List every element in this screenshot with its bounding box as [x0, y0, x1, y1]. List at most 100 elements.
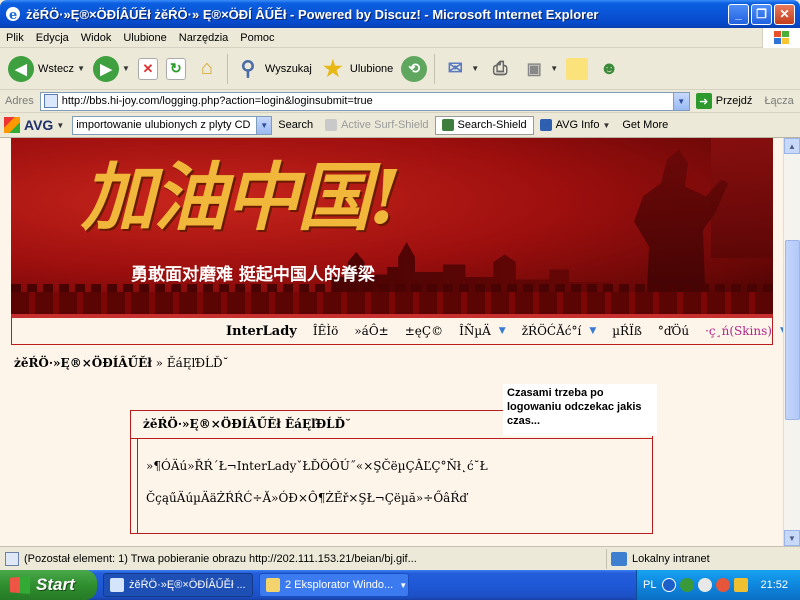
- great-wall-crenellation: [11, 284, 773, 292]
- messenger-button[interactable]: ☻: [592, 51, 626, 87]
- address-bar: Adres http://bbs.hi-joy.com/logging.php?…: [0, 90, 800, 113]
- message-box-body: »¶ÓÄú»ŘŔ´Ł¬InterLadyˇŁĎÖÔÚ˝«×ŞČëµÇÂĽÇ°Ňł…: [137, 439, 653, 534]
- forward-arrow-icon: ▶: [92, 55, 119, 82]
- tray-security-icon[interactable]: [734, 578, 749, 592]
- tray-network-icon[interactable]: [716, 578, 731, 592]
- avg-search-input[interactable]: importowanie ulubionych z plyty CD ▼: [72, 115, 273, 135]
- language-indicator[interactable]: PL: [643, 579, 656, 591]
- toolbar-separator: [226, 53, 228, 84]
- mail-dropdown-icon[interactable]: ▼: [471, 64, 479, 73]
- edit-icon: ▣: [526, 60, 542, 78]
- message-line-redirect-link[interactable]: ČçąűÄúµÄäŻŔŔĆ÷Ă»ÓĐ×Ô¶ŻĚř×ŞŁ¬Çëµă»÷ŐâŔď: [138, 473, 652, 505]
- breadcrumb-current: » ĚáĘľĐĹĎ˘: [151, 356, 229, 370]
- avg-search-value: importowanie ulubionych z plyty CD: [76, 118, 251, 131]
- scroll-thumb[interactable]: [785, 240, 800, 420]
- page-content: 加油中国! 勇敢面对磨难 挺起中国人的脊梁 InterLady ÎÊÌö »áÔ…: [0, 138, 783, 546]
- mail-button[interactable]: ✉ ▼: [438, 51, 483, 87]
- avg-info-button[interactable]: AVG Info ▼: [534, 119, 617, 131]
- avg-info-icon: [539, 119, 552, 131]
- search-label: Wyszukaj: [264, 62, 312, 75]
- go-arrow-icon: ➜: [695, 93, 712, 109]
- svg-text:e: e: [9, 8, 17, 22]
- avg-search-dropdown-icon[interactable]: ▼: [256, 116, 272, 134]
- search-button[interactable]: ⚲ Wyszukaj: [231, 51, 316, 87]
- minimize-button[interactable]: _: [728, 3, 749, 25]
- back-button[interactable]: ◀ Wstecz ▼: [4, 51, 89, 87]
- breadcrumb: żěŔÖ·»Ę®×ÖĐÍÂŰĚł » ĚáĘľĐĹĎ˘: [14, 356, 229, 370]
- nav-item-7[interactable]: °ďÖú: [650, 324, 697, 338]
- address-dropdown-icon[interactable]: ▼: [672, 92, 689, 110]
- banner-image: 加油中国! 勇敢面对磨难 挺起中国人的脊梁: [11, 138, 773, 314]
- clock: 21:52: [760, 579, 788, 591]
- forward-button[interactable]: ▶ ▼: [89, 51, 134, 87]
- mail-icon: ✉: [447, 58, 463, 78]
- scroll-up-icon[interactable]: ▲: [784, 138, 800, 154]
- nav-skins[interactable]: ·ç¸ń(Skins)▼: [697, 324, 783, 338]
- status-message: (Pozostał element: 1) Trwa pobieranie ob…: [24, 552, 417, 565]
- edit-button[interactable]: ▣ ▼: [517, 51, 562, 87]
- avg-get-more[interactable]: Get More: [616, 119, 674, 131]
- nav-item-2[interactable]: »áÔ±: [346, 324, 396, 338]
- edit-dropdown-icon[interactable]: ▼: [550, 64, 558, 73]
- avg-search-shield[interactable]: Search-Shield: [434, 115, 534, 135]
- nav-item-6[interactable]: µŔÏß: [604, 324, 650, 338]
- menu-favorites[interactable]: Ulubione: [117, 32, 172, 44]
- address-url[interactable]: http://bbs.hi-joy.com/logging.php?action…: [62, 95, 373, 107]
- nav-item-1[interactable]: ÎÊÌö: [305, 324, 346, 338]
- links-label[interactable]: Łącza: [764, 95, 793, 107]
- start-button[interactable]: Start: [0, 570, 97, 600]
- maximize-button[interactable]: ❐: [751, 3, 772, 25]
- vertical-scrollbar[interactable]: ▲ ▼: [783, 138, 800, 546]
- windows-logo-icon: [762, 28, 800, 48]
- home-button[interactable]: ⌂: [190, 51, 224, 87]
- nav-item-5-label: žŔÖĆĂć°í: [521, 324, 582, 338]
- close-button[interactable]: ✕: [774, 3, 795, 25]
- nav-item-3[interactable]: ±ęÇ©: [397, 324, 451, 338]
- tray-avg-icon[interactable]: [698, 578, 713, 592]
- nav-item-4[interactable]: ÎÑµÄ ▼: [451, 324, 514, 338]
- discuss-button[interactable]: [562, 51, 592, 87]
- tray-back-icon[interactable]: [662, 578, 677, 592]
- standard-toolbar: ◀ Wstecz ▼ ▶ ▼ ✕ ↻ ⌂ ⚲ Wyszukaj ★ Ulubio…: [0, 48, 800, 90]
- address-input[interactable]: http://bbs.hi-joy.com/logging.php?action…: [39, 91, 690, 111]
- favorites-button[interactable]: ★ Ulubione: [316, 51, 397, 87]
- title-bar: e żěŔÖ·»Ę®×ÖĐÍÂŰĚł żěŔÖ·» Ę®×ÖĐÍ ÂŰĚł - …: [0, 0, 800, 28]
- group-dropdown-icon[interactable]: ▼: [399, 581, 407, 590]
- nav-item-5[interactable]: žŔÖĆĂć°í ▼: [514, 324, 605, 338]
- back-dropdown-icon[interactable]: ▼: [77, 64, 85, 73]
- avg-search-button[interactable]: Search: [272, 119, 319, 131]
- refresh-button[interactable]: ↻: [162, 51, 190, 87]
- back-label: Wstecz: [38, 62, 75, 75]
- avg-info-dropdown-icon[interactable]: ▼: [602, 121, 610, 130]
- go-button[interactable]: ➜ Przejdź: [695, 93, 752, 109]
- stop-button[interactable]: ✕: [134, 51, 162, 87]
- avg-logo-icon: [4, 117, 20, 133]
- chevron-down-icon: ▼: [498, 326, 506, 336]
- taskbar-item-ie[interactable]: żěŔÖ·»Ę®×ÖĐÍÂŰĚł ...: [103, 573, 253, 597]
- menu-file[interactable]: Plik: [0, 32, 30, 44]
- menu-help[interactable]: Pomoc: [234, 32, 280, 44]
- avg-active-surf-shield[interactable]: Active Surf-Shield: [319, 119, 434, 131]
- breadcrumb-forum-link[interactable]: żěŔÖ·»Ę®×ÖĐÍÂŰĚł: [14, 356, 152, 370]
- scroll-down-icon[interactable]: ▼: [784, 530, 800, 546]
- avg-logo-text: AVG: [24, 117, 54, 133]
- nav-brand-user[interactable]: InterLady: [218, 324, 305, 339]
- menu-edit[interactable]: Edycja: [30, 32, 75, 44]
- nav-skins-label: ·ç¸ń(Skins): [705, 324, 772, 338]
- tray-shield-icon[interactable]: [680, 578, 695, 592]
- taskbar-item-explorer-label: 2 Eksplorator Windo...: [285, 579, 394, 591]
- menu-tools[interactable]: Narzędzia: [173, 32, 235, 44]
- intranet-icon: [611, 551, 627, 566]
- forward-dropdown-icon[interactable]: ▼: [122, 64, 130, 73]
- taskbar-item-explorer[interactable]: 2 Eksplorator Windo... ▼: [259, 573, 409, 597]
- avg-active-surf-label: Active Surf-Shield: [341, 119, 429, 131]
- history-button[interactable]: ⟲: [397, 51, 431, 87]
- avg-dropdown-icon[interactable]: ▼: [56, 121, 64, 130]
- avg-toolbar: AVG ▼ importowanie ulubionych z plyty CD…: [0, 113, 800, 138]
- avg-search-shield-label: Search-Shield: [457, 119, 527, 131]
- menu-view[interactable]: Widok: [75, 32, 118, 44]
- loading-page-icon: [5, 551, 19, 566]
- start-label: Start: [36, 575, 75, 594]
- avg-logo[interactable]: AVG ▼: [4, 117, 64, 133]
- print-button[interactable]: ⎙: [483, 51, 517, 87]
